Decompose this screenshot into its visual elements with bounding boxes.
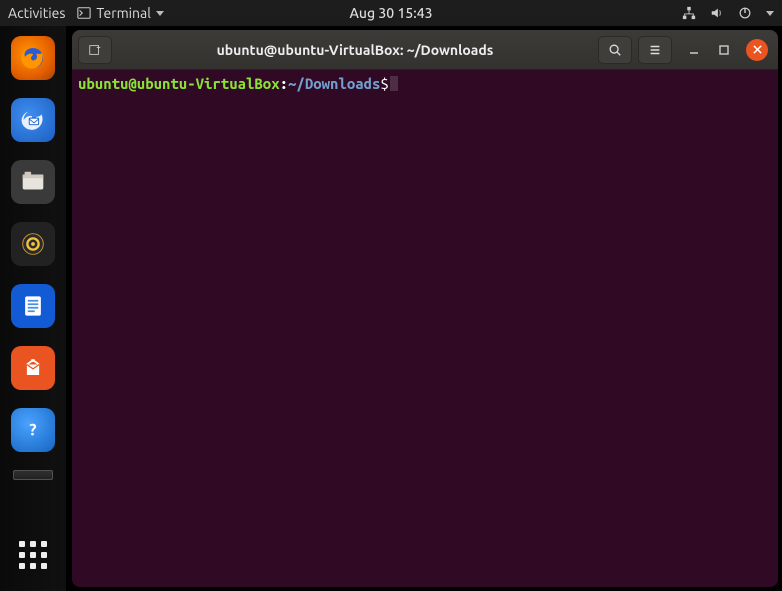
dock-files-icon[interactable] [11, 160, 55, 204]
dock-thunderbird-icon[interactable] [11, 98, 55, 142]
search-button[interactable] [598, 36, 632, 64]
dock-rhythmbox-icon[interactable] [11, 222, 55, 266]
chevron-down-icon [156, 11, 164, 16]
menu-button[interactable] [638, 36, 672, 64]
maximize-button[interactable] [716, 42, 732, 58]
minimize-button[interactable] [686, 42, 702, 58]
search-icon [608, 43, 622, 57]
svg-text:?: ? [29, 422, 36, 440]
top-panel: Activities Terminal Aug 30 15:43 [0, 0, 782, 26]
dock-software-icon[interactable] [11, 346, 55, 390]
cursor [390, 76, 398, 91]
power-icon [738, 6, 752, 20]
terminal-icon [77, 6, 91, 20]
new-tab-button[interactable] [78, 36, 112, 64]
window-title: ubuntu@ubuntu-VirtualBox: ~/Downloads [118, 42, 592, 58]
prompt-userhost: ubuntu@ubuntu-VirtualBox [78, 75, 280, 92]
close-button[interactable] [746, 39, 768, 61]
app-menu-label: Terminal [96, 5, 151, 21]
prompt-path: ~/Downloads [288, 75, 380, 92]
terminal-body[interactable]: ubuntu@ubuntu-VirtualBox:~/Downloads$ [72, 70, 778, 587]
prompt-colon: : [280, 75, 288, 92]
network-icon [682, 6, 696, 20]
maximize-icon [718, 44, 730, 56]
terminal-window: ubuntu@ubuntu-VirtualBox: ~/Downloads ub… [72, 30, 778, 587]
dock-firefox-icon[interactable] [11, 36, 55, 80]
clock[interactable]: Aug 30 15:43 [350, 5, 433, 21]
titlebar: ubuntu@ubuntu-VirtualBox: ~/Downloads [72, 30, 778, 70]
hamburger-icon [648, 43, 662, 57]
system-status-area[interactable] [682, 6, 774, 20]
close-icon [752, 44, 763, 55]
prompt-dollar: $ [380, 75, 388, 92]
app-menu[interactable]: Terminal [77, 5, 164, 21]
dock-help-icon[interactable]: ? [11, 408, 55, 452]
dock: ? [0, 26, 66, 591]
volume-icon [710, 6, 724, 20]
minimize-icon [688, 44, 700, 56]
show-applications-button[interactable] [11, 533, 55, 577]
activities-button[interactable]: Activities [8, 5, 65, 21]
dock-tray-icon[interactable] [13, 470, 53, 480]
chevron-down-icon [766, 11, 774, 16]
dock-writer-icon[interactable] [11, 284, 55, 328]
